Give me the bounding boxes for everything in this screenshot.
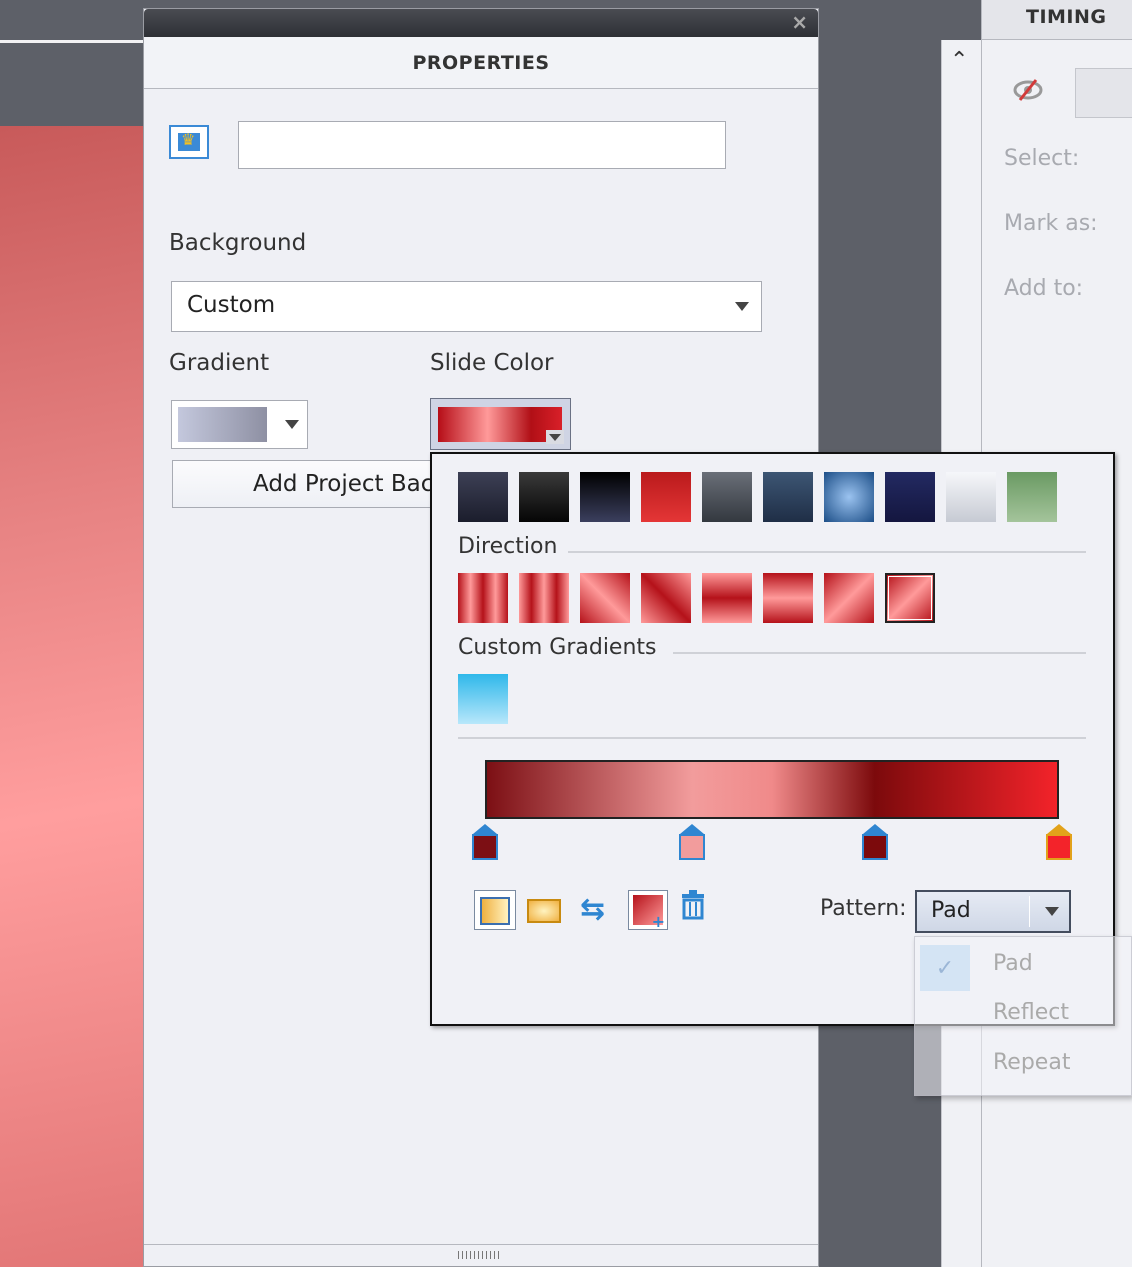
pattern-label: Pattern: xyxy=(820,896,907,921)
chevron-down-icon xyxy=(1045,907,1059,916)
preset-gradient-sage[interactable] xyxy=(1007,472,1057,522)
preset-gradient-black[interactable] xyxy=(519,472,569,522)
direction-horizontal-1[interactable] xyxy=(458,573,508,623)
custom-gradients-title: Custom Gradients xyxy=(458,635,663,660)
add-project-background-button[interactable]: Add Project Bac xyxy=(172,460,472,508)
preset-gradient-silver[interactable] xyxy=(946,472,996,522)
gradient-stop[interactable] xyxy=(678,824,705,862)
gradient-preview-bar[interactable] xyxy=(485,760,1059,819)
close-icon[interactable]: × xyxy=(791,12,808,32)
visibility-off-icon[interactable] xyxy=(1012,78,1044,102)
chevron-down-icon xyxy=(735,302,749,311)
panel-resize-bar xyxy=(144,1244,818,1266)
menu-item-pad[interactable]: Pad xyxy=(993,951,1033,976)
direction-vertical-2[interactable] xyxy=(763,573,813,623)
direction-diagonal-2[interactable] xyxy=(641,573,691,623)
linear-gradient-icon xyxy=(480,897,510,925)
gradient-stop[interactable] xyxy=(472,824,498,862)
panel-titlebar[interactable]: × xyxy=(144,9,818,37)
gradient-picker[interactable] xyxy=(171,400,308,449)
gradient-label: Gradient xyxy=(169,350,270,376)
linear-gradient-button[interactable] xyxy=(474,890,516,930)
radial-gradient-button[interactable] xyxy=(524,890,564,930)
direction-horizontal-2[interactable] xyxy=(519,573,569,623)
direction-vertical-1[interactable] xyxy=(702,573,752,623)
reverse-icon[interactable]: ⇆ xyxy=(580,890,620,930)
background-select[interactable]: Custom xyxy=(171,281,762,332)
check-icon: ✓ xyxy=(920,945,970,991)
add-to-label: Add to: xyxy=(1004,276,1084,301)
mark-as-label: Mark as: xyxy=(1004,211,1098,236)
panel-title: PROPERTIES xyxy=(144,37,818,89)
radial-gradient-icon xyxy=(527,899,561,923)
gradient-swatch xyxy=(178,407,267,442)
preset-gradient-navy-steel[interactable] xyxy=(763,472,813,522)
pattern-menu: ✓ Pad Reflect Repeat xyxy=(914,936,1132,1096)
preset-gradient-blue-glow[interactable] xyxy=(824,472,874,522)
direction-diagonal-4-selected[interactable] xyxy=(885,573,935,623)
slide-color-swatch xyxy=(438,407,562,442)
direction-diagonal-3[interactable] xyxy=(824,573,874,623)
divider xyxy=(458,737,1086,739)
custom-gradient-swatch[interactable] xyxy=(458,674,508,724)
gradient-stop[interactable] xyxy=(862,824,889,862)
resize-grip-icon[interactable] xyxy=(458,1251,502,1259)
chevron-down-icon xyxy=(549,434,561,441)
preset-gradient-charcoal[interactable] xyxy=(702,472,752,522)
dropdown-arrow xyxy=(546,430,564,444)
direction-diagonal-1[interactable] xyxy=(580,573,630,623)
chevron-down-icon xyxy=(285,420,299,429)
name-input[interactable] xyxy=(238,121,726,169)
direction-title: Direction xyxy=(458,534,564,559)
style-crown-icon[interactable] xyxy=(169,125,209,159)
background-label: Background xyxy=(169,230,307,256)
select-label: Select: xyxy=(1004,146,1080,171)
add-custom-gradient-button[interactable]: + xyxy=(628,890,668,931)
menu-item-repeat[interactable]: Repeat xyxy=(993,1050,1070,1075)
add-gradient-icon: + xyxy=(633,895,665,931)
slide-color-picker[interactable] xyxy=(430,398,571,450)
menu-item-reflect[interactable]: Reflect xyxy=(993,1000,1069,1025)
pattern-select-value: Pad xyxy=(931,898,971,923)
slide-canvas[interactable] xyxy=(0,126,143,1267)
trash-icon[interactable] xyxy=(680,890,710,930)
background-select-value: Custom xyxy=(187,292,276,318)
chevron-up-icon[interactable]: ⌃ xyxy=(950,48,968,73)
pattern-select[interactable]: Pad xyxy=(915,890,1071,933)
preset-gradient-midnight[interactable] xyxy=(580,472,630,522)
preset-gradient-indigo[interactable] xyxy=(885,472,935,522)
timing-value-box[interactable] xyxy=(1075,68,1132,118)
tab-timing[interactable]: TIMING xyxy=(982,0,1132,40)
preset-gradient-dark-slate[interactable] xyxy=(458,472,508,522)
gradient-stop[interactable] xyxy=(1046,824,1072,862)
preset-gradient-red[interactable] xyxy=(641,472,691,522)
slide-color-label: Slide Color xyxy=(430,350,554,376)
